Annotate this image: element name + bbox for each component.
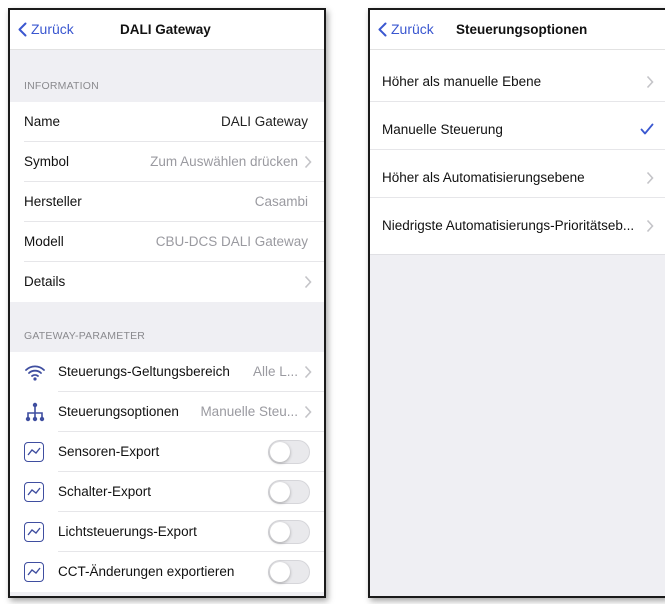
option-manual-control[interactable]: Manuelle Steuerung — [370, 110, 665, 150]
sensor-export-toggle[interactable] — [268, 440, 310, 464]
empty-area — [370, 254, 665, 596]
back-label: Zurück — [31, 21, 74, 37]
row-value: Casambi — [254, 194, 308, 209]
row-sensor-export: Sensoren-Export — [10, 432, 324, 472]
row-value: DALI Gateway — [220, 114, 308, 129]
chevron-right-icon — [646, 75, 654, 89]
row-label: Steuerungsoptionen — [58, 404, 179, 419]
option-label: Manuelle Steuerung — [382, 122, 503, 137]
row-control-options[interactable]: Steuerungsoptionen Manuelle Steu... — [10, 392, 324, 432]
option-lowest-automation-priority[interactable]: Niedrigste Automatisierungs-Prioritätseb… — [370, 206, 665, 246]
back-label: Zurück — [391, 21, 434, 37]
row-label: Modell — [24, 234, 64, 249]
option-higher-than-automation[interactable]: Höher als Automatisierungsebene — [370, 158, 665, 198]
chevron-left-icon — [18, 22, 27, 36]
gateway-screen: Zurück DALI Gateway INFORMATION Name DAL… — [8, 8, 326, 598]
switch-export-toggle[interactable] — [268, 480, 310, 504]
row-label: Hersteller — [24, 194, 82, 209]
navigation-bar: Zurück Steuerungsoptionen — [370, 10, 665, 50]
row-control-scope[interactable]: Steuerungs-Geltungsbereich Alle L... — [10, 352, 324, 392]
cct-export-toggle[interactable] — [268, 560, 310, 584]
section-header-information: INFORMATION — [24, 80, 99, 92]
information-section-spacer: INFORMATION — [10, 50, 324, 102]
row-label: Details — [24, 274, 66, 289]
chevron-right-icon — [304, 365, 312, 379]
back-button[interactable]: Zurück — [378, 21, 434, 37]
wifi-icon — [25, 365, 45, 381]
row-label: Steuerungs-Geltungsbereich — [58, 364, 230, 379]
info-row-details[interactable]: Details — [10, 262, 324, 302]
row-label: Name — [24, 114, 61, 129]
back-button[interactable]: Zurück — [18, 21, 74, 37]
row-cct-export: CCT-Änderungen exportieren — [10, 552, 324, 592]
row-light-control-export: Lichtsteuerungs-Export — [10, 512, 324, 552]
option-label: Höher als Automatisierungsebene — [382, 170, 585, 185]
control-options-screen: Zurück Steuerungsoptionen Höher als manu… — [368, 8, 665, 598]
hierarchy-icon — [25, 402, 45, 422]
section-header-gateway: GATEWAY-PARAMETER — [24, 330, 146, 342]
page-title: Steuerungsoptionen — [456, 22, 588, 37]
row-value: Manuelle Steu... — [200, 404, 298, 419]
light-control-export-toggle[interactable] — [268, 520, 310, 544]
row-label: Lichtsteuerungs-Export — [58, 524, 197, 539]
row-label: Sensoren-Export — [58, 444, 160, 459]
option-higher-than-manual[interactable]: Höher als manuelle Ebene — [370, 62, 665, 102]
chart-line-icon — [24, 562, 44, 582]
info-row-model: Modell CBU-DCS DALI Gateway — [10, 222, 324, 262]
info-row-name: Name DALI Gateway — [10, 102, 324, 142]
option-label: Niedrigste Automatisierungs-Prioritätseb… — [382, 218, 635, 233]
gateway-section-spacer: GATEWAY-PARAMETER — [10, 302, 324, 352]
chevron-right-icon — [304, 275, 312, 289]
row-label: Schalter-Export — [58, 484, 152, 499]
chevron-left-icon — [378, 22, 387, 36]
chevron-right-icon — [646, 219, 654, 233]
row-value: Zum Auswählen drücken — [150, 154, 298, 169]
chart-line-icon — [24, 522, 44, 542]
chart-line-icon — [24, 442, 44, 462]
chevron-right-icon — [646, 171, 654, 185]
page-title: DALI Gateway — [120, 22, 211, 37]
chevron-right-icon — [304, 405, 312, 419]
info-row-symbol[interactable]: Symbol Zum Auswählen drücken — [10, 142, 324, 182]
row-label: CCT-Änderungen exportieren — [58, 564, 235, 579]
info-row-manufacturer: Hersteller Casambi — [10, 182, 324, 222]
option-label: Höher als manuelle Ebene — [382, 74, 542, 89]
navigation-bar: Zurück DALI Gateway — [10, 10, 324, 50]
chart-line-icon — [24, 482, 44, 502]
row-value: CBU-DCS DALI Gateway — [155, 234, 308, 249]
row-switch-export: Schalter-Export — [10, 472, 324, 512]
checkmark-icon — [640, 123, 654, 135]
row-label: Symbol — [24, 154, 70, 169]
chevron-right-icon — [304, 155, 312, 169]
row-value: Alle L... — [252, 364, 298, 379]
